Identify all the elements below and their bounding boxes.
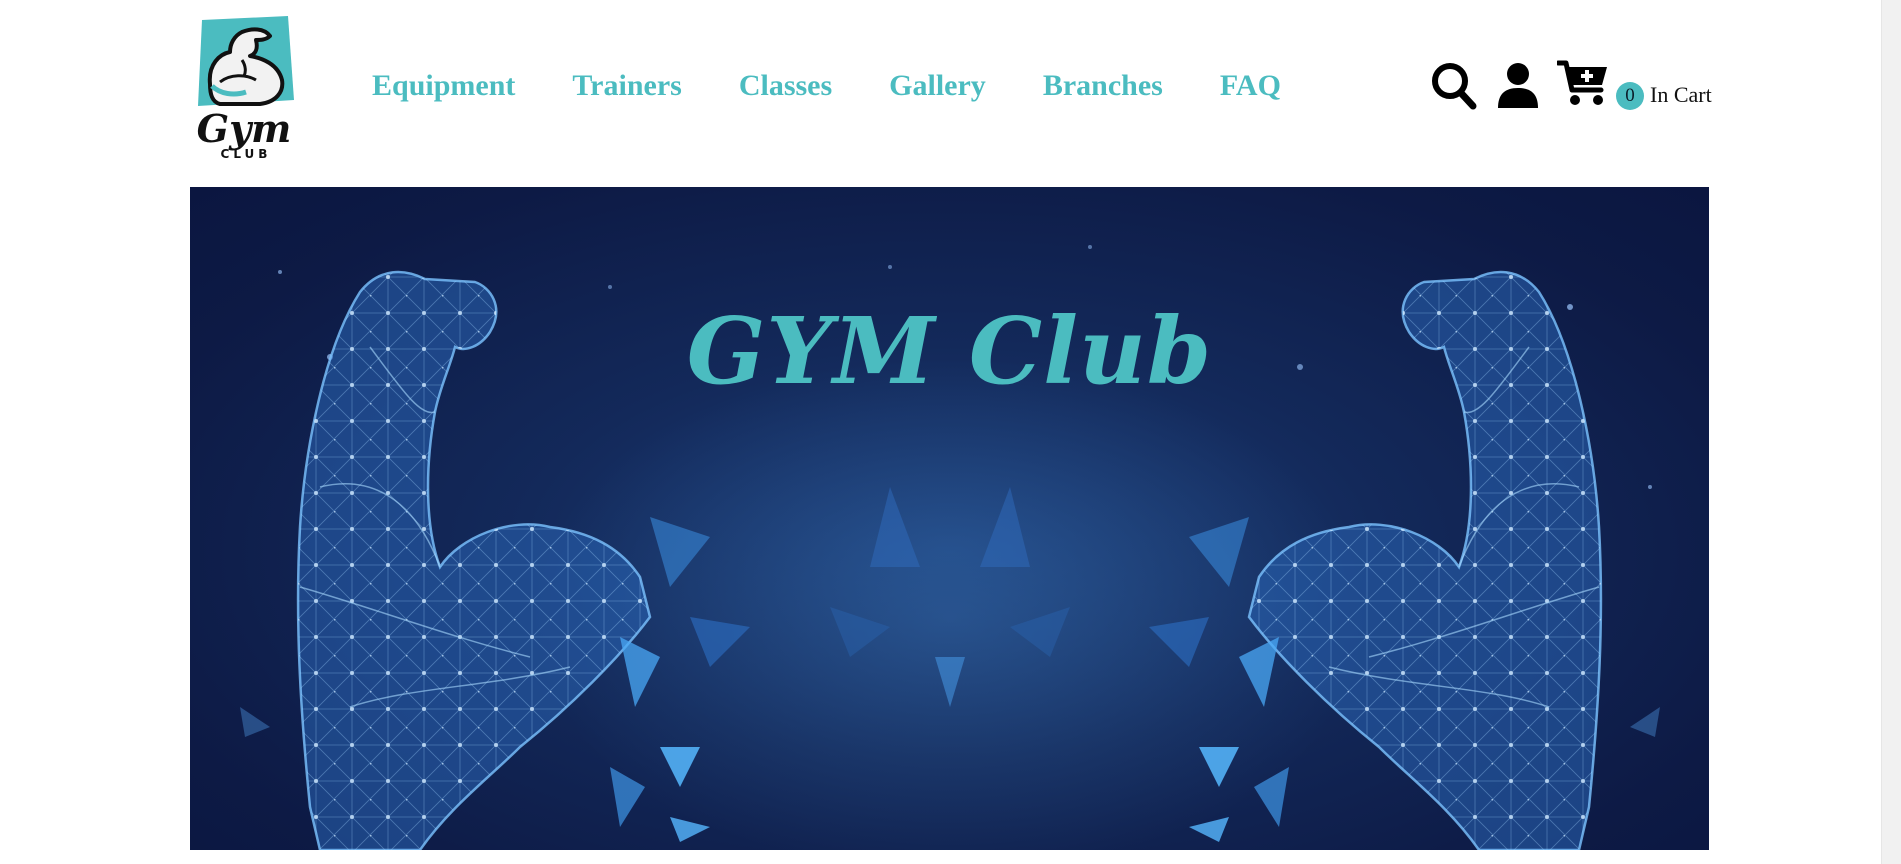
user-icon[interactable] (1497, 62, 1539, 108)
gym-club-logo[interactable]: Gym CLUB (190, 14, 300, 161)
nav-link-equipment[interactable]: Equipment (372, 66, 515, 106)
page-scrollbar[interactable] (1881, 0, 1901, 864)
cart-count-badge[interactable]: 0 (1616, 82, 1644, 110)
nav-link-gallery[interactable]: Gallery (889, 66, 986, 106)
flexed-arm-logo-icon: Gym CLUB (197, 16, 294, 161)
polygonal-flexed-arms-illustration (240, 245, 1660, 850)
logo-subtext: CLUB (221, 147, 272, 160)
cart-plus-icon[interactable] (1555, 60, 1609, 108)
main-nav: Equipment Trainers Classes Gallery Branc… (372, 66, 1281, 106)
nav-link-branches[interactable]: Branches (1043, 66, 1163, 106)
logo-text: Gym (197, 106, 292, 151)
nav-link-classes[interactable]: Classes (739, 66, 832, 106)
hero-title: GYM Club (686, 297, 1213, 405)
cart-label[interactable]: In Cart (1650, 80, 1712, 110)
nav-link-faq[interactable]: FAQ (1220, 66, 1281, 106)
nav-link-trainers[interactable]: Trainers (572, 66, 681, 106)
search-icon[interactable] (1431, 62, 1477, 110)
hero-banner: GYM Club (190, 187, 1709, 850)
site-header: Gym CLUB Equipment Trainers Classes Gall… (190, 0, 1712, 187)
